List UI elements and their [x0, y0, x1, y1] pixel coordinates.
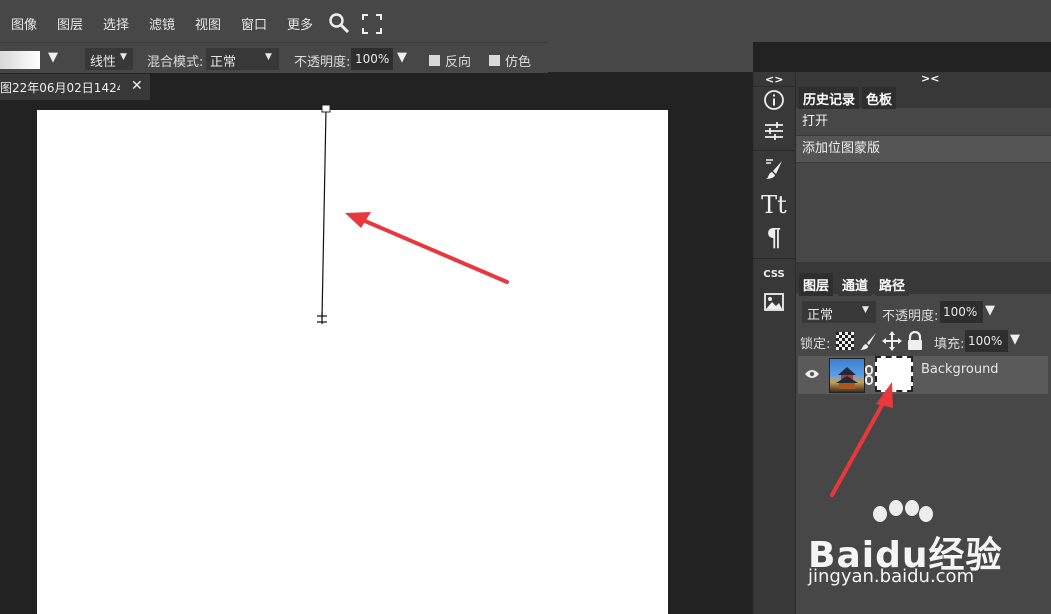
layer-blend-value: 正常 [807, 308, 834, 323]
layer-blend-select[interactable]: 正常 ▼ [802, 301, 876, 323]
fill-value: 100% [968, 334, 1003, 348]
fill-input[interactable]: 100% [965, 330, 1008, 352]
gradient-drag-line [317, 104, 509, 324]
image-icon[interactable] [753, 293, 795, 323]
panel-header: >< [796, 72, 1051, 86]
css-icon[interactable]: CSS [753, 266, 795, 296]
layer-name: Background [921, 362, 999, 377]
history-item-label: 打开 [802, 114, 829, 129]
layer-opacity-value: 100% [943, 305, 978, 319]
history-item-selected[interactable]: 添加位图蒙版 [796, 136, 1051, 162]
tab-history[interactable]: 历史记录 [799, 87, 860, 110]
fill-label: 填充: [934, 337, 965, 352]
divider [796, 162, 1051, 163]
divider [753, 86, 795, 87]
annotation-arrow-mask [830, 382, 893, 497]
type-tool-icon[interactable]: Tt [753, 191, 795, 221]
history-item[interactable]: 打开 [796, 109, 1051, 135]
divider [753, 150, 795, 151]
collapse-panels-toggle[interactable]: >< [921, 72, 939, 85]
divider [753, 258, 795, 259]
panel-splitter[interactable] [796, 262, 1051, 270]
layer-opacity-dropdown-icon[interactable]: ▼ [985, 303, 995, 318]
tab-channels[interactable]: 通道 [838, 273, 873, 296]
annotation-arrow [345, 212, 509, 284]
brush-icon[interactable] [753, 157, 795, 187]
lock-all-icon[interactable] [906, 330, 924, 355]
tab-swatches[interactable]: 色板 [862, 87, 897, 110]
lock-paint-icon[interactable] [859, 331, 879, 355]
history-item-label: 添加位图蒙版 [802, 141, 881, 156]
history-tabbar: 历史记录 色板 [796, 86, 1051, 110]
fill-dropdown-icon[interactable]: ▼ [1010, 332, 1020, 347]
eye-icon[interactable] [804, 368, 820, 384]
layers-tabbar: 图层 通道 路径 [796, 270, 1051, 296]
tab-paths[interactable]: 路径 [875, 273, 910, 296]
layer-opacity-label: 不透明度: [882, 309, 939, 324]
panel-tool-strip [753, 72, 795, 614]
adjustments-icon[interactable] [753, 120, 795, 150]
expand-panels-toggle[interactable]: <> [765, 73, 783, 86]
baidu-watermark: Baidu经验 jingyan.baidu.com [808, 500, 1048, 590]
lock-transparency-icon[interactable] [836, 332, 854, 350]
lock-move-icon[interactable] [882, 331, 902, 355]
watermark-url: jingyan.baidu.com [808, 566, 975, 587]
chevron-down-icon: ▼ [862, 305, 869, 315]
lock-label: 锁定: [800, 337, 831, 352]
tab-layers[interactable]: 图层 [799, 273, 834, 296]
layer-opacity-input[interactable]: 100% [940, 301, 983, 323]
info-icon[interactable] [753, 89, 795, 119]
paragraph-icon[interactable]: ¶ [753, 224, 795, 254]
